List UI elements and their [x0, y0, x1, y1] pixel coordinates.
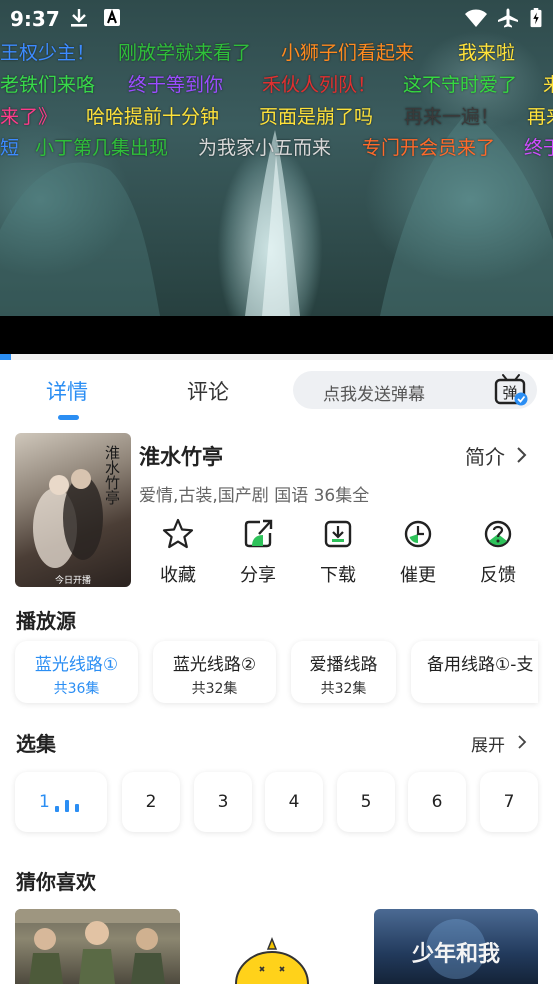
danmaku-comment: 禾伙人列队！	[262, 74, 377, 96]
danmaku-comment: 专门开会员来了	[362, 137, 496, 159]
video-player[interactable]: 9:37 王权少主！ 刚放学就来看了 小狮子们看起来 我来啦 老铁们来咯 终于等…	[0, 0, 553, 360]
recommendation-poster	[15, 909, 180, 984]
download-button[interactable]: 下载	[308, 517, 368, 587]
episode-button[interactable]: 3	[194, 772, 252, 832]
episode-button[interactable]: 5	[337, 772, 395, 832]
danmaku-comment: 为我家小五而来	[198, 137, 332, 159]
danmaku-comment: 这不守时爱了	[403, 74, 518, 96]
source-episode-count: 共36集	[53, 681, 100, 697]
danmaku-comment: 页面是崩了吗	[259, 106, 374, 128]
recommendation-card[interactable]: 少年和我	[374, 909, 538, 984]
request-update-button[interactable]: 催更	[388, 517, 448, 587]
recommendations-title: 猜你喜欢	[16, 870, 96, 894]
sources-title: 播放源	[16, 609, 76, 633]
cartoon-placeholder-icon	[235, 936, 309, 984]
episode-button-current[interactable]: 1	[15, 772, 107, 832]
download-icon	[71, 9, 87, 27]
share-label: 分享	[240, 565, 276, 586]
danmaku-comment: 短	[0, 137, 20, 159]
favorite-button[interactable]: 收藏	[148, 517, 208, 587]
download-label: 下载	[320, 565, 356, 586]
source-option[interactable]: 备用线路①-支	[411, 641, 538, 703]
danmaku-comment: 老铁们来咯	[0, 74, 96, 96]
episode-button[interactable]: 4	[265, 772, 323, 832]
clock-icon	[404, 520, 432, 548]
show-poster[interactable]: 淮水竹亭 今日开播	[15, 433, 131, 587]
tab-detail[interactable]: 详情	[46, 376, 88, 406]
synopsis-link[interactable]: 简介	[465, 441, 505, 470]
playback-progress-fill	[0, 354, 12, 360]
active-tab-indicator	[58, 415, 79, 420]
episode-button[interactable]: 7	[480, 772, 538, 832]
episodes-title: 选集	[16, 732, 56, 756]
a-notification-icon	[104, 9, 120, 26]
source-name: 蓝光线路②	[172, 655, 257, 675]
episode-button[interactable]: 6	[408, 772, 466, 832]
chevron-right-icon[interactable]	[514, 446, 528, 464]
danmaku-comment: 终于	[524, 137, 553, 159]
expand-episodes-link[interactable]: 展开	[471, 731, 505, 756]
danmaku-comment: 来了》	[0, 106, 58, 128]
playback-progress-bar[interactable]	[0, 354, 553, 360]
source-option[interactable]: 爱播线路 共32集	[291, 641, 396, 703]
danmaku-comment: 我来啦	[458, 42, 516, 64]
now-playing-icon	[55, 800, 79, 812]
danmaku-toggle-icon[interactable]: 弹	[493, 373, 529, 407]
recommendation-card[interactable]	[220, 909, 330, 984]
question-icon	[484, 520, 512, 548]
poster-title-text: 淮水竹亭	[103, 445, 121, 505]
source-name: 蓝光线路①	[34, 655, 119, 675]
source-option[interactable]: 蓝光线路② 共32集	[153, 641, 276, 703]
show-title: 淮水竹亭	[139, 445, 223, 469]
poster-artwork: 淮水竹亭 今日开播	[33, 445, 121, 586]
status-bar: 9:37	[0, 0, 553, 36]
star-icon	[162, 518, 194, 549]
source-name: 爱播线路	[309, 655, 378, 675]
tab-comments[interactable]: 评论	[187, 376, 229, 406]
source-name: 备用线路①-支	[427, 655, 534, 675]
poster-caption: 今日开播	[55, 574, 91, 586]
download-icon	[324, 520, 352, 548]
danmaku-comment: 王权少主！	[0, 42, 96, 64]
danmaku-comment: 刚放学就来看了	[118, 42, 252, 64]
battery-charging-icon	[530, 8, 542, 28]
feedback-label: 反馈	[480, 565, 516, 586]
danmaku-input[interactable]: 点我发送弹幕 弹	[293, 371, 537, 409]
source-episode-count: 共32集	[320, 681, 367, 697]
chevron-right-icon[interactable]	[516, 734, 528, 750]
wifi-icon	[465, 9, 487, 27]
airplane-mode-icon	[498, 8, 518, 28]
danmaku-comment: 终于等到你	[128, 74, 224, 96]
episode-number: 1	[39, 792, 50, 812]
share-button[interactable]: 分享	[228, 517, 288, 587]
episode-button[interactable]: 2	[122, 772, 180, 832]
recommendation-poster: 少年和我	[411, 919, 500, 979]
source-option[interactable]: 蓝光线路① 共36集	[15, 641, 138, 703]
danmaku-input-placeholder: 点我发送弹幕	[323, 385, 425, 405]
recommendation-poster-title: 少年和我	[411, 941, 500, 967]
danmaku-comment: 再来一遍！	[404, 106, 500, 128]
danmaku-comment: 小狮子们看起来	[281, 42, 415, 64]
source-episode-count: 共32集	[191, 681, 238, 697]
danmaku-comment: 哈哈提前十分钟	[86, 106, 220, 128]
danmaku-comment: 再来	[527, 106, 553, 128]
danmaku-comment: 来	[543, 74, 553, 96]
favorite-label: 收藏	[160, 565, 196, 586]
feedback-button[interactable]: 反馈	[468, 517, 528, 587]
share-icon	[244, 519, 273, 548]
request-update-label: 催更	[400, 565, 436, 586]
danmaku-comment: 小丁第几集出现	[35, 137, 169, 159]
status-time: 9:37	[10, 7, 60, 31]
recommendation-card[interactable]	[15, 909, 180, 984]
show-meta: 爱情,古装,国产剧 国语 36集全	[139, 486, 370, 506]
